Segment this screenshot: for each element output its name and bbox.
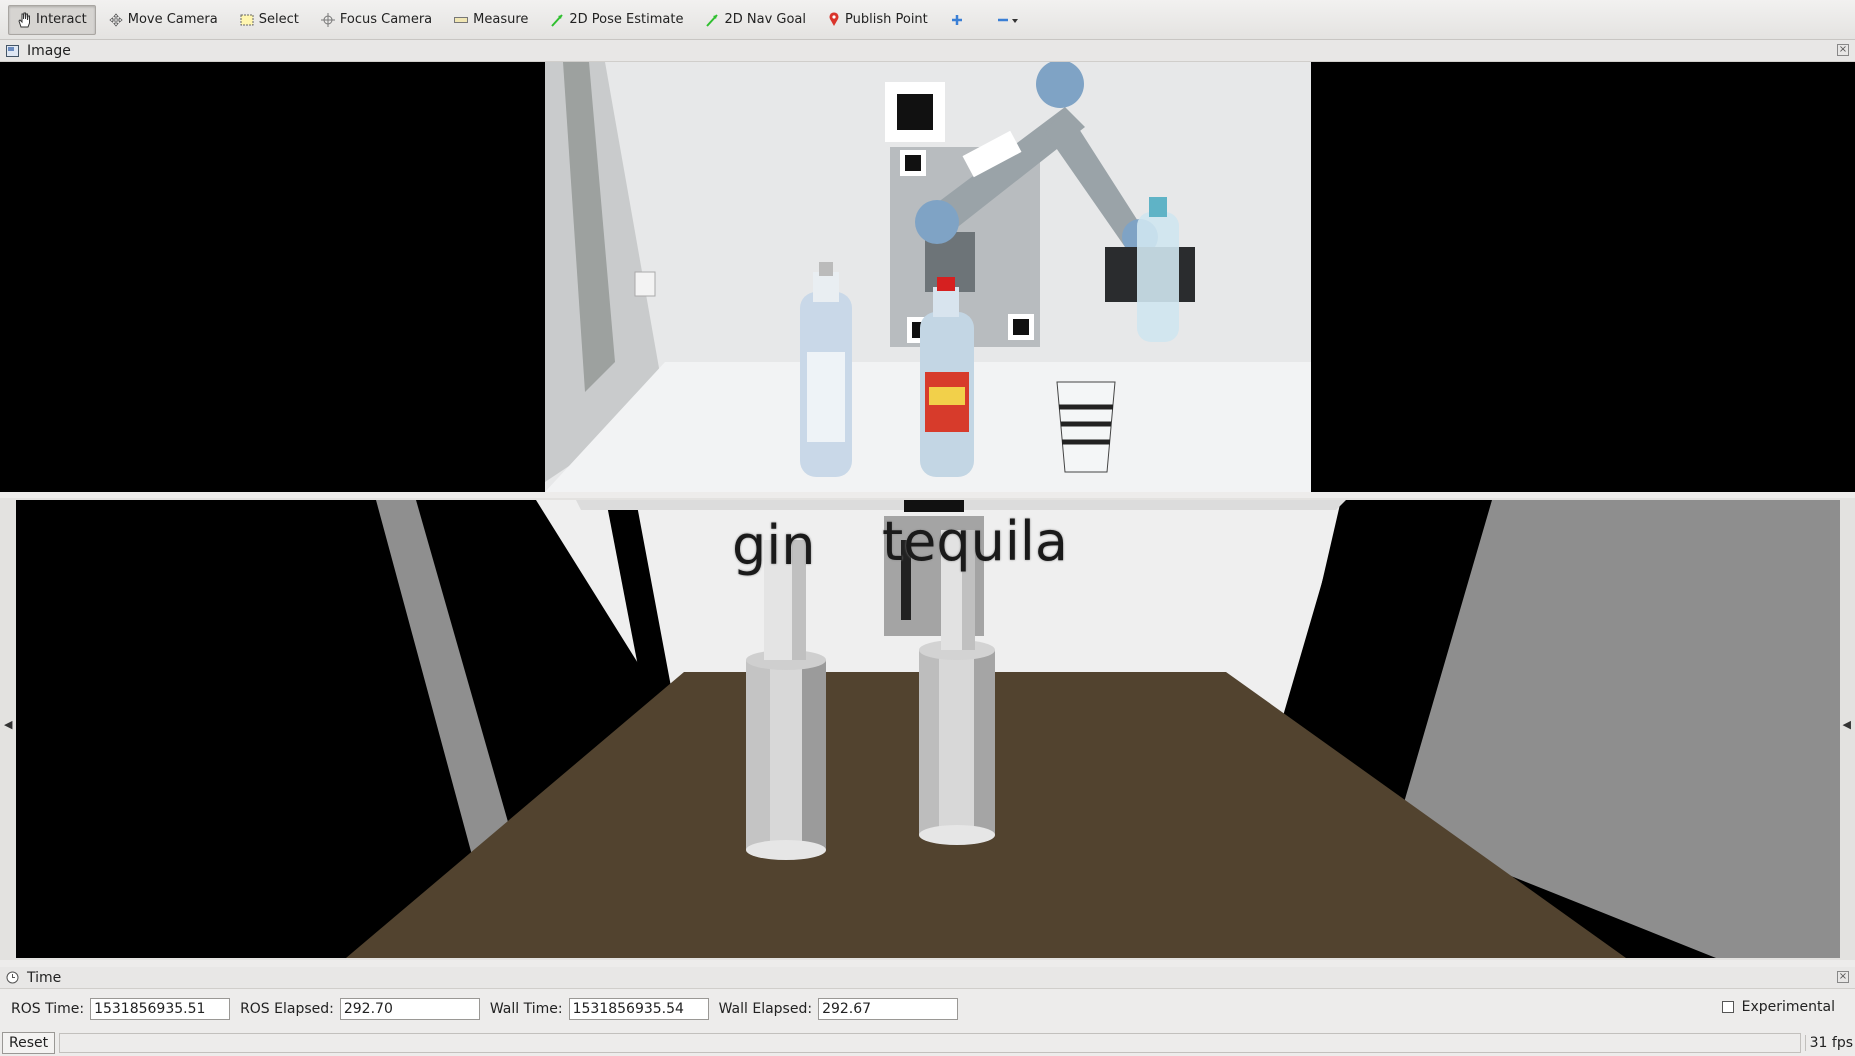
- close-icon[interactable]: ×: [1837, 44, 1849, 56]
- image-panel-icon: [6, 44, 19, 57]
- marker-label-tequila: tequila: [882, 510, 1068, 573]
- ros-elapsed-field[interactable]: 292.70: [339, 998, 480, 1020]
- add-tool-button[interactable]: [941, 5, 973, 35]
- toolbar: Interact Move Camera Select Focus Camera…: [0, 0, 1855, 40]
- remove-tool-dropdown[interactable]: [987, 5, 1029, 35]
- ros-time-label: ROS Time:: [11, 1001, 85, 1017]
- experimental-checkbox[interactable]: [1721, 1001, 1734, 1013]
- select-label: Select: [258, 12, 299, 27]
- close-icon[interactable]: ×: [1837, 971, 1849, 983]
- image-panel-header: Image ×: [0, 40, 1855, 62]
- time-panel: ROS Time: 1531856935.51 ROS Elapsed: 292…: [0, 990, 1855, 1028]
- focus-crosshair-icon: [320, 12, 335, 27]
- publish-point-label: Publish Point: [845, 12, 928, 27]
- camera-image-panel: [0, 62, 1855, 492]
- plus-icon: [951, 14, 962, 25]
- focus-camera-tool-button[interactable]: Focus Camera: [312, 5, 441, 35]
- wall-elapsed-label: Wall Elapsed:: [718, 1001, 813, 1017]
- pose-estimate-label: 2D Pose Estimate: [569, 12, 684, 27]
- collapse-left-arrow-icon[interactable]: ◀: [4, 718, 12, 731]
- focus-camera-label: Focus Camera: [339, 12, 433, 27]
- nav-goal-label: 2D Nav Goal: [724, 12, 807, 27]
- green-arrow-icon: [706, 13, 719, 27]
- reset-button[interactable]: Reset: [2, 1032, 56, 1054]
- clock-icon: [6, 971, 19, 984]
- collapse-right-arrow-icon[interactable]: ◀: [1843, 718, 1851, 731]
- interact-label: Interact: [36, 12, 87, 27]
- ros-time-field[interactable]: 1531856935.51: [90, 998, 231, 1020]
- nav-goal-tool-button[interactable]: 2D Nav Goal: [696, 5, 815, 35]
- fps-readout: 31 fps: [1804, 1035, 1855, 1051]
- move-camera-icon: [109, 12, 123, 27]
- ruler-icon: [454, 16, 469, 23]
- measure-tool-button[interactable]: Measure: [445, 5, 537, 35]
- camera-scene: [545, 62, 1311, 492]
- marker-label-gin: gin: [732, 514, 816, 577]
- move-camera-tool-button[interactable]: Move Camera: [100, 5, 227, 35]
- experimental-toggle[interactable]: Experimental: [1721, 999, 1835, 1015]
- wall-time-label: Wall Time:: [489, 1001, 563, 1017]
- hand-icon: [18, 12, 30, 27]
- experimental-label: Experimental: [1741, 999, 1835, 1015]
- publish-point-tool-button[interactable]: Publish Point: [819, 5, 937, 35]
- measure-label: Measure: [473, 12, 529, 27]
- select-box-icon: [240, 14, 254, 25]
- wall-time-field[interactable]: 1531856935.54: [568, 998, 709, 1020]
- green-arrow-icon: [551, 13, 564, 27]
- image-panel-title: Image: [27, 42, 71, 59]
- interact-tool-button[interactable]: Interact: [8, 4, 96, 35]
- move-camera-label: Move Camera: [127, 12, 218, 27]
- wall-elapsed-field[interactable]: 292.67: [818, 998, 959, 1020]
- select-tool-button[interactable]: Select: [231, 5, 308, 35]
- time-panel-header: Time ×: [0, 967, 1855, 989]
- render-3d-panel: ◀ ◀ gin tequila: [0, 498, 1855, 960]
- status-bar: Reset 31 fps: [0, 1030, 1855, 1056]
- ros-elapsed-label: ROS Elapsed:: [240, 1001, 334, 1017]
- map-pin-icon: [829, 12, 839, 26]
- camera-image: [545, 62, 1311, 492]
- pose-estimate-tool-button[interactable]: 2D Pose Estimate: [541, 5, 692, 35]
- render-3d-view[interactable]: gin tequila: [16, 500, 1840, 958]
- minus-dropdown-icon: [997, 18, 1018, 23]
- time-panel-title: Time: [27, 969, 62, 986]
- status-message-area: [59, 1033, 1801, 1053]
